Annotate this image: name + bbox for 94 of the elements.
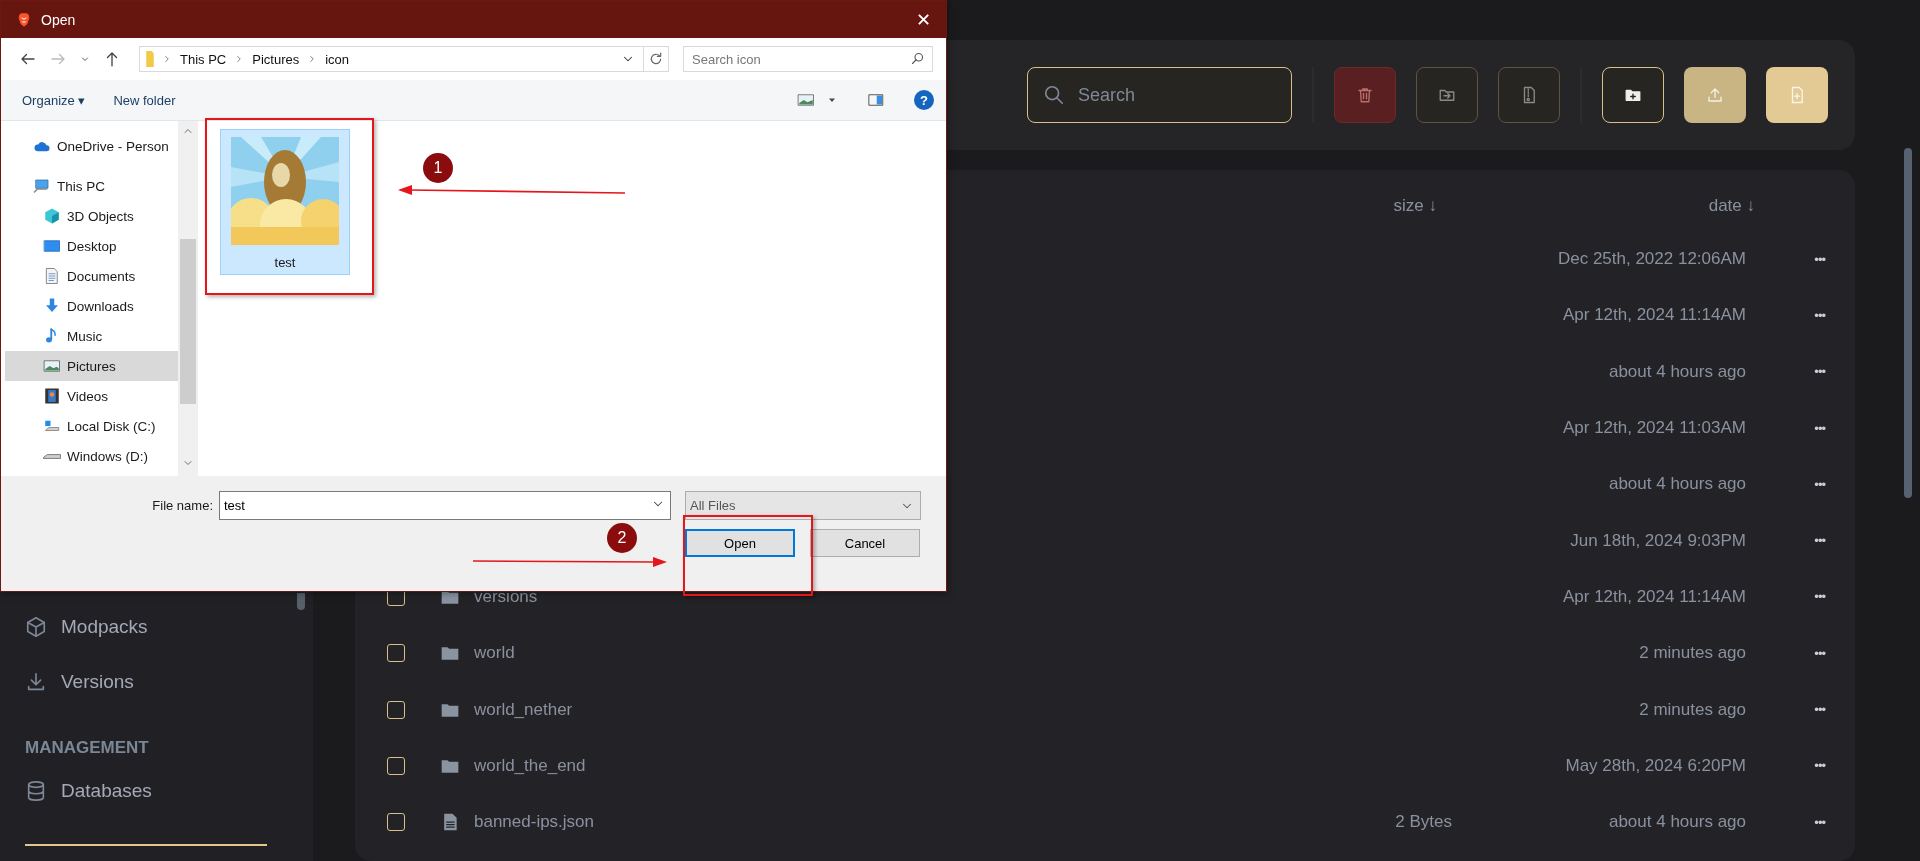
more-button[interactable]: ••• xyxy=(1814,533,1835,549)
file-date: 2 minutes ago xyxy=(1639,643,1747,664)
command-button[interactable]: Organize ▾ xyxy=(22,92,86,108)
upload-button[interactable] xyxy=(1684,67,1746,123)
nav-item[interactable]: 3D Objects xyxy=(5,201,178,231)
nav-item[interactable]: Documents xyxy=(5,261,178,291)
sidebar-item[interactable]: Databases xyxy=(25,763,313,818)
nav-item[interactable]: Downloads xyxy=(5,291,178,321)
nav-item[interactable]: This PC xyxy=(5,171,178,201)
close-button[interactable]: ✕ xyxy=(900,1,946,38)
more-button[interactable]: ••• xyxy=(1814,645,1835,661)
scrollbar-thumb[interactable] xyxy=(297,593,305,610)
file-date: about 4 hours ago xyxy=(1608,812,1747,833)
archive-button[interactable] xyxy=(1498,67,1560,123)
download-icon xyxy=(25,670,47,693)
more-button[interactable]: ••• xyxy=(1814,758,1835,774)
chevron-icon xyxy=(162,54,172,64)
trash-icon xyxy=(1356,86,1374,104)
breadcrumb-item[interactable]: This PC xyxy=(180,51,227,67)
search-field[interactable]: Search icon xyxy=(683,46,933,72)
file-name[interactable]: banned-ips.json xyxy=(474,812,1295,833)
file-name[interactable]: world_nether xyxy=(474,699,1295,720)
checkbox[interactable] xyxy=(387,644,405,663)
help-button[interactable]: ? xyxy=(914,90,934,110)
scrollbar-thumb[interactable] xyxy=(1904,148,1912,498)
nav-item[interactable]: Pictures xyxy=(5,351,178,381)
lion-shield-icon xyxy=(16,10,32,29)
nav-item[interactable]: Local Disk (C:) xyxy=(5,411,178,441)
sidebar-item[interactable]: Modpacks xyxy=(25,599,313,654)
film-icon xyxy=(43,387,61,405)
file-tile[interactable]: test xyxy=(220,129,350,275)
dialog-button[interactable]: Open xyxy=(685,529,795,557)
file-date: Apr 12th, 2024 11:14AM xyxy=(1562,586,1747,607)
view-icon xyxy=(796,91,816,109)
breadcrumb-item[interactable]: icon xyxy=(325,51,350,67)
file-date: 2 minutes ago xyxy=(1639,699,1747,720)
checkbox[interactable] xyxy=(387,756,405,775)
file-date: Jun 18th, 2024 9:03PM xyxy=(1570,530,1747,551)
more-button[interactable]: ••• xyxy=(1814,814,1835,830)
file-date: Apr 12th, 2024 11:14AM xyxy=(1562,305,1747,326)
file-size: 2 Bytes xyxy=(1395,812,1453,833)
landscape-icon xyxy=(43,357,61,375)
search-field[interactable]: Search xyxy=(1027,67,1292,123)
more-button[interactable]: ••• xyxy=(1814,702,1835,717)
more-button[interactable]: ••• xyxy=(1814,251,1835,267)
move-button[interactable] xyxy=(1416,67,1478,123)
new-folder-button[interactable] xyxy=(1602,67,1664,123)
folder-icon xyxy=(146,51,154,67)
checkbox[interactable] xyxy=(387,700,405,719)
desktop-icon xyxy=(43,237,61,255)
section-heading: MANAGEMENT xyxy=(25,737,150,759)
nav-item[interactable]: Music xyxy=(5,321,178,351)
more-button[interactable]: ••• xyxy=(1814,364,1835,380)
column-header[interactable]: date ↓ xyxy=(1708,195,1755,216)
search-icon xyxy=(1043,84,1065,106)
column-header[interactable]: size ↓ xyxy=(1393,195,1455,216)
window-title: Open xyxy=(41,11,77,28)
cube-icon xyxy=(25,615,47,638)
delete-button[interactable] xyxy=(1334,67,1396,123)
more-button[interactable]: ••• xyxy=(1814,476,1835,492)
file-date: about 4 hours ago xyxy=(1608,361,1747,382)
file-name[interactable]: world xyxy=(474,643,1295,664)
file-date: Dec 25th, 2022 12:06AM xyxy=(1557,249,1747,270)
command-button[interactable]: New folder xyxy=(113,92,176,108)
more-button[interactable]: ••• xyxy=(1814,589,1835,605)
nav-item[interactable]: Windows (D:) xyxy=(5,441,178,471)
scrollbar-thumb[interactable] xyxy=(180,239,196,404)
file-date: about 4 hours ago xyxy=(1608,474,1747,495)
file-date: May 28th, 2024 6:20PM xyxy=(1565,755,1747,776)
more-button[interactable]: ••• xyxy=(1814,307,1835,323)
computer-icon xyxy=(33,177,51,195)
preview-pane-icon xyxy=(866,91,886,109)
file-date: Apr 12th, 2024 11:03AM xyxy=(1562,418,1747,439)
nav-item[interactable]: Videos xyxy=(5,381,178,411)
cube-icon xyxy=(43,207,61,225)
sidebar-item[interactable]: Versions xyxy=(25,654,313,709)
checkbox[interactable] xyxy=(387,813,405,832)
upload-icon xyxy=(1706,86,1724,104)
nav-item[interactable]: Desktop xyxy=(5,231,178,261)
drive-icon xyxy=(43,453,61,459)
file-type-dropdown[interactable]: All Files xyxy=(685,491,921,520)
file-name-field[interactable]: test xyxy=(219,491,671,520)
search-icon xyxy=(910,51,925,66)
address-bar[interactable]: This PC Pictures icon xyxy=(139,46,669,72)
file-name[interactable]: world_the_end xyxy=(474,755,1295,776)
field-label: File name: xyxy=(152,498,214,513)
dialog-button[interactable]: Cancel xyxy=(810,529,920,557)
refresh-icon xyxy=(648,51,664,67)
database-icon xyxy=(25,779,47,802)
breadcrumb-item[interactable]: Pictures xyxy=(252,51,300,67)
document-icon xyxy=(43,267,61,285)
more-button[interactable]: ••• xyxy=(1814,420,1835,436)
nav-item[interactable]: OneDrive - Person xyxy=(5,131,178,161)
new-file-button[interactable] xyxy=(1766,67,1828,123)
